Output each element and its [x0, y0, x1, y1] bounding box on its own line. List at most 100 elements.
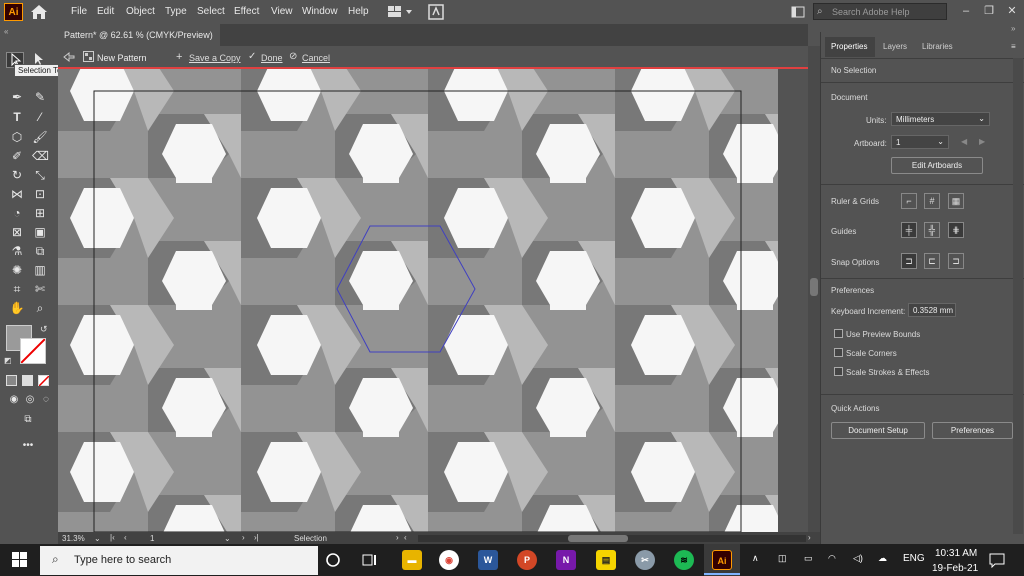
eyedropper-tool-icon[interactable]: ⚗ — [9, 243, 25, 259]
arrange-documents-icon[interactable] — [388, 5, 414, 19]
artboard-dropdown-icon[interactable]: ⌄ — [224, 534, 231, 543]
preferences-button[interactable]: Preferences — [932, 422, 1013, 439]
prev-artboard-icon[interactable]: ‹ — [124, 533, 127, 542]
panel-toggle-icon[interactable] — [791, 6, 805, 18]
menu-help[interactable]: Help — [348, 6, 369, 17]
shaper-tool-icon[interactable]: ✐ — [9, 148, 25, 164]
zoom-dropdown-icon[interactable]: ⌄ — [94, 534, 101, 543]
none-mode-icon[interactable] — [38, 375, 50, 387]
snap-to-pixel-icon[interactable]: ⊏ — [924, 253, 940, 269]
edit-artboards-button[interactable]: Edit Artboards — [891, 157, 983, 174]
illustrator-logo-icon[interactable]: Ai — [4, 3, 23, 21]
onenote-icon[interactable]: N — [556, 550, 576, 570]
gradient-tool-icon[interactable]: ▣ — [32, 224, 48, 240]
menu-file[interactable]: File — [71, 6, 87, 17]
pen-tool-icon[interactable]: ✒ — [9, 89, 25, 105]
sticky-notes-icon[interactable]: ▤ — [596, 550, 616, 570]
minimize-icon[interactable]: – — [960, 5, 972, 17]
swap-fill-stroke-icon[interactable]: ↺ — [40, 324, 48, 335]
gradient-mode-icon[interactable] — [22, 375, 33, 386]
windows-start-icon[interactable] — [12, 552, 28, 568]
restore-icon[interactable]: ❐ — [983, 5, 995, 17]
collapse-panel-icon[interactable]: » — [1011, 24, 1015, 33]
next-artboard-icon[interactable]: › — [242, 533, 245, 542]
last-artboard-icon[interactable]: ›| — [254, 533, 259, 542]
slice-tool-icon[interactable]: ✄ — [32, 281, 48, 297]
first-artboard-icon[interactable]: |‹ — [110, 533, 115, 542]
powerpoint-icon[interactable]: P — [517, 550, 537, 570]
menu-select[interactable]: Select — [197, 6, 225, 17]
meet-now-icon[interactable]: ◫ — [778, 553, 787, 564]
draw-inside-icon[interactable]: ◌ — [38, 392, 54, 408]
search-input[interactable]: ⌕ Search Adobe Help — [813, 3, 947, 20]
draw-normal-icon[interactable]: ◉ — [6, 392, 22, 408]
scale-tool-icon[interactable]: ⤡ — [32, 167, 48, 183]
file-explorer-icon[interactable]: ▬ — [402, 550, 422, 570]
width-tool-icon[interactable]: ⋈ — [9, 186, 25, 202]
horizontal-scroll-thumb[interactable] — [568, 535, 628, 542]
illustrator-taskbar-icon[interactable]: Ai — [712, 550, 732, 570]
column-graph-tool-icon[interactable]: ▥ — [32, 262, 48, 278]
snap-to-point-icon[interactable]: ⊐ — [901, 253, 917, 269]
wifi-icon[interactable]: ◠ — [828, 553, 836, 564]
scale-corners-checkbox[interactable] — [834, 348, 843, 357]
hand-tool-icon[interactable]: ✋ — [9, 300, 25, 316]
color-mode-icon[interactable] — [6, 375, 17, 386]
taskbar-search-input[interactable]: ⌕ Type here to search — [40, 546, 318, 575]
artboard-tool-icon[interactable]: ⌗ — [9, 281, 25, 297]
onedrive-icon[interactable]: ☁ — [878, 553, 887, 564]
menu-object[interactable]: Object — [126, 6, 155, 17]
paintbrush-tool-icon[interactable]: 🖌 — [32, 129, 48, 145]
zoom-tool-icon[interactable]: ⌕ — [32, 300, 48, 316]
tab-properties[interactable]: Properties — [825, 37, 875, 57]
artboard-number[interactable]: 1 — [150, 534, 154, 543]
battery-icon[interactable]: ▭ — [804, 553, 813, 564]
line-tool-icon[interactable]: ⁄ — [32, 109, 48, 125]
mesh-tool-icon[interactable]: ⊠ — [9, 224, 25, 240]
ruler-icon[interactable]: ⌐ — [901, 193, 917, 209]
task-view-icon[interactable] — [362, 552, 378, 568]
close-icon[interactable]: ✕ — [1006, 5, 1018, 17]
perspective-grid-tool-icon[interactable]: ⊞ — [32, 205, 48, 221]
menu-edit[interactable]: Edit — [97, 6, 114, 17]
done-button[interactable]: Done — [261, 53, 283, 63]
menu-type[interactable]: Type — [165, 6, 187, 17]
notifications-icon[interactable] — [989, 552, 1005, 568]
lock-guides-icon[interactable]: ╬ — [924, 222, 940, 238]
vertical-scroll-thumb[interactable] — [810, 278, 818, 296]
curvature-tool-icon[interactable]: ✎ — [32, 89, 48, 105]
type-tool-icon[interactable]: T — [9, 109, 25, 125]
volume-icon[interactable]: ◁) — [853, 553, 863, 564]
shape-builder-tool-icon[interactable]: ◔ — [9, 205, 25, 221]
snipping-tool-icon[interactable]: ✂ — [635, 550, 655, 570]
panel-scrollbar[interactable] — [1013, 58, 1023, 534]
transparency-grid-icon[interactable]: ▦ — [948, 193, 964, 209]
rotate-tool-icon[interactable]: ↻ — [9, 167, 25, 183]
clock-time[interactable]: 10:31 AM — [935, 548, 977, 559]
home-icon[interactable] — [30, 4, 48, 20]
tab-libraries[interactable]: Libraries — [922, 37, 953, 57]
scroll-left-icon[interactable]: ‹ — [404, 533, 407, 542]
cancel-button[interactable]: Cancel — [302, 53, 330, 63]
canvas[interactable] — [58, 69, 808, 532]
language-indicator[interactable]: ENG — [903, 553, 925, 564]
keyboard-increment-input[interactable]: 0.3528 mm — [908, 303, 956, 317]
word-icon[interactable]: W — [478, 550, 498, 570]
scroll-right-icon[interactable]: › — [808, 533, 811, 542]
artboard-select[interactable]: 1 ⌄ — [891, 135, 949, 149]
document-tab[interactable]: Pattern* @ 62.61 % (CMYK/Preview) — [58, 24, 220, 46]
polygon-tool-icon[interactable]: ⬡ — [9, 129, 25, 145]
cortana-icon[interactable] — [325, 552, 341, 568]
horizontal-scrollbar[interactable] — [418, 535, 806, 542]
spotify-icon[interactable]: ≋ — [674, 550, 694, 570]
panel-menu-icon[interactable]: ≡ — [1011, 42, 1016, 51]
vertical-scrollbar[interactable] — [808, 46, 820, 532]
smart-guides-icon[interactable]: ⋕ — [948, 222, 964, 238]
next-artboard-arrow-icon[interactable]: ▶ — [979, 137, 985, 146]
blend-tool-icon[interactable]: ⧉ — [32, 243, 48, 259]
scale-strokes-checkbox[interactable] — [834, 367, 843, 376]
units-select[interactable]: Millimeters ⌄ — [891, 112, 990, 126]
chrome-icon[interactable]: ◉ — [439, 550, 459, 570]
grid-icon[interactable]: # — [924, 193, 940, 209]
gpu-performance-icon[interactable] — [428, 4, 444, 20]
